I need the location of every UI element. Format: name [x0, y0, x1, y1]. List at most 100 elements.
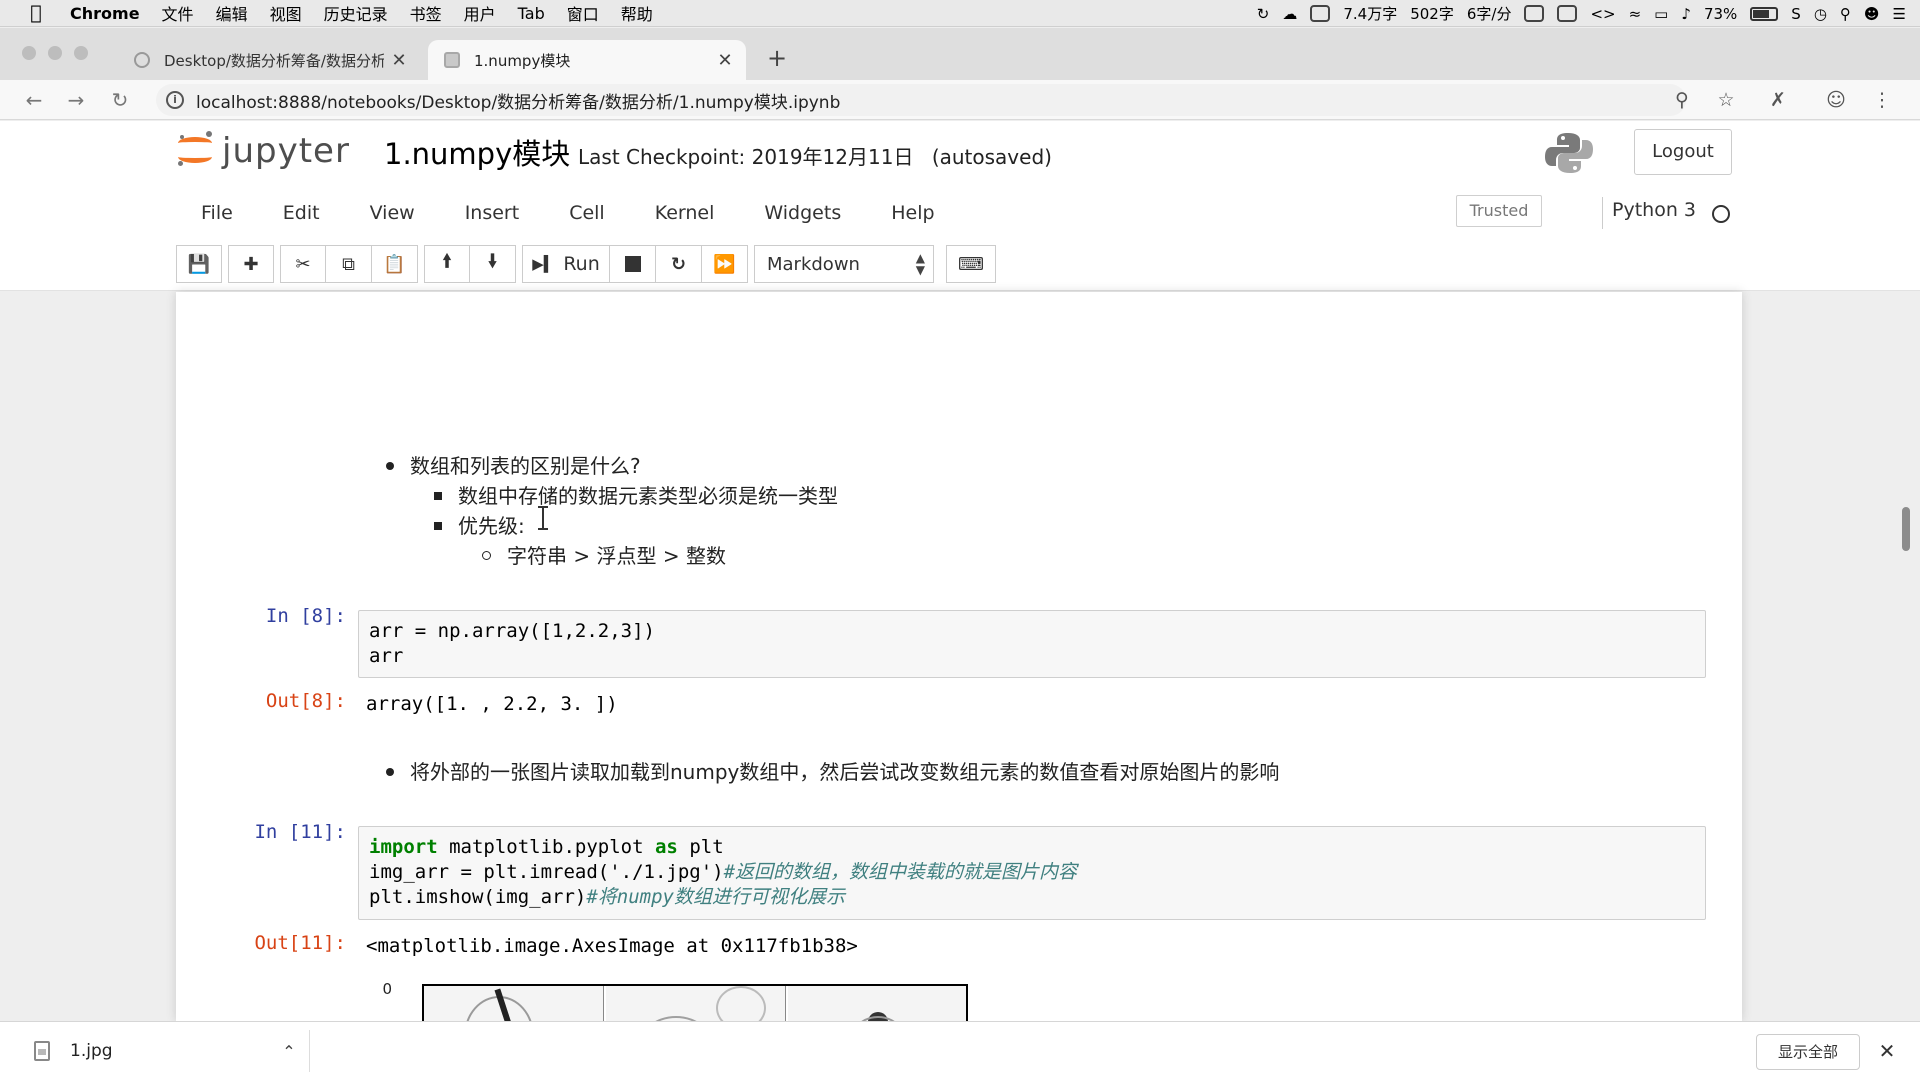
cut-cell-button[interactable]: ✂	[280, 245, 326, 283]
airplay-icon[interactable]: ▭	[1654, 5, 1668, 23]
menu-file[interactable]: 文件	[162, 1, 194, 25]
menu-help[interactable]: Help	[866, 188, 959, 238]
browser-tab-strip: Desktop/数据分析筹备/数据分析 ✕ 1.numpy模块 ✕ +	[0, 28, 1920, 80]
restart-run-all-button[interactable]: ⏩	[702, 245, 748, 283]
trusted-indicator[interactable]: Trusted	[1456, 195, 1542, 227]
forward-arrow-icon[interactable]: →	[62, 86, 90, 114]
scrollbar-thumb[interactable]	[1902, 507, 1910, 551]
download-filename[interactable]: 1.jpg	[70, 1041, 269, 1061]
sync-icon[interactable]: ↻	[1257, 5, 1270, 23]
copy-cell-button[interactable]: ⧉	[326, 245, 372, 283]
sogou-icon[interactable]: S	[1791, 5, 1801, 23]
app-menu-chrome[interactable]: Chrome	[70, 4, 140, 23]
app-status-icon[interactable]	[1524, 5, 1545, 22]
run-button[interactable]: ▶▍ Run	[522, 245, 610, 283]
show-all-button[interactable]: 显示全部	[1756, 1034, 1860, 1070]
menu-window[interactable]: 窗口	[567, 1, 599, 25]
notebook-name[interactable]: 1.numpy模块	[384, 131, 570, 173]
menu-tab[interactable]: Tab	[518, 4, 545, 23]
kernel-name[interactable]: Python 3	[1612, 199, 1696, 221]
menu-edit[interactable]: Edit	[258, 188, 345, 238]
code-icon[interactable]: <>	[1590, 5, 1615, 23]
extension-icon[interactable]: ✗	[1764, 86, 1792, 114]
more-menu-icon[interactable]: ⋮	[1868, 86, 1896, 114]
clock-icon[interactable]: ◷	[1814, 5, 1827, 23]
logout-button[interactable]: Logout	[1634, 129, 1732, 175]
arrow-down-icon: 🠛	[487, 251, 498, 272]
menu-insert[interactable]: Insert	[440, 188, 545, 238]
select-arrows-icon: ▲ ▼	[915, 251, 925, 277]
menu-view[interactable]: View	[345, 188, 440, 238]
download-item[interactable]: 1.jpg ⌃	[18, 1030, 310, 1072]
info-icon[interactable]: i	[166, 91, 184, 109]
battery-icon[interactable]	[1750, 6, 1779, 21]
url-text[interactable]: localhost:8888/notebooks/Desktop/数据分析筹备/…	[196, 88, 840, 113]
cloud-icon[interactable]: ☁	[1282, 5, 1297, 23]
close-icon[interactable]: ✕	[384, 50, 414, 71]
jupyter-header: jupyter 1.numpy模块 Last Checkpoint: 2019年…	[0, 121, 1920, 291]
menu-kernel[interactable]: Kernel	[630, 188, 740, 238]
command-palette-button[interactable]: ⌨	[946, 245, 996, 283]
window-minimize-button[interactable]	[48, 46, 62, 60]
priority-order-text: 字符串 > 浮点型 > 整数	[507, 544, 726, 568]
new-tab-button[interactable]: +	[764, 46, 790, 72]
tab-desktop-folder[interactable]: Desktop/数据分析筹备/数据分析 ✕	[118, 40, 420, 80]
menu-file[interactable]: File	[176, 188, 258, 238]
jupyter-logo[interactable]: jupyter	[176, 129, 350, 173]
jupyter-wordmark: jupyter	[222, 131, 350, 171]
menu-bookmarks[interactable]: 书签	[410, 1, 442, 25]
cell-type-select[interactable]: Markdown ▲ ▼	[754, 245, 934, 283]
profile-icon[interactable]: ☺	[1822, 86, 1850, 114]
stop-icon	[624, 256, 641, 272]
cell-output: <matplotlib.image.AxesImage at 0x117fb1b…	[366, 935, 858, 957]
image-panel	[606, 986, 786, 1021]
save-button[interactable]: 💾	[176, 245, 222, 283]
address-bar[interactable]: i localhost:8888/notebooks/Desktop/数据分析筹…	[156, 84, 1686, 116]
paste-cell-button[interactable]: 📋	[372, 245, 418, 283]
screen-capture-icon[interactable]	[1310, 5, 1331, 22]
list-item: 将外部的一张图片读取加载到numpy数组中，然后尝试改变数组元素的数值查看对原始…	[386, 756, 1279, 785]
y-tick-label: 0	[382, 980, 392, 998]
close-icon[interactable]: ✕	[710, 50, 740, 71]
code-editor[interactable]: import matplotlib.pyplot as plt img_arr …	[358, 826, 1706, 920]
tab-numpy-notebook[interactable]: 1.numpy模块 ✕	[428, 40, 746, 80]
wifi-icon[interactable]: ≈	[1629, 5, 1642, 23]
chevron-up-icon[interactable]: ⌃	[269, 1042, 309, 1061]
menu-edit[interactable]: 编辑	[216, 1, 248, 25]
page-viewport: jupyter 1.numpy模块 Last Checkpoint: 2019年…	[0, 121, 1920, 1021]
notification-center-icon[interactable]: ☰	[1893, 5, 1906, 23]
bullet-icon	[434, 521, 442, 530]
volume-icon[interactable]: ♪	[1681, 5, 1691, 23]
menu-history[interactable]: 历史记录	[324, 1, 388, 25]
window-zoom-button[interactable]	[74, 46, 88, 60]
menu-help[interactable]: 帮助	[621, 1, 653, 25]
user-icon[interactable]: ☻	[1864, 5, 1880, 23]
list-item: 数组中存储的数据元素类型必须是统一类型	[434, 480, 838, 509]
menu-widgets[interactable]: Widgets	[739, 188, 866, 238]
apple-icon[interactable]: 	[22, 0, 50, 27]
page-scrollbar[interactable]	[1898, 121, 1920, 1021]
input-prompt: In [8]:	[265, 605, 346, 627]
bookmark-star-icon[interactable]: ☆	[1712, 86, 1740, 114]
interrupt-button[interactable]	[610, 245, 656, 283]
input-method-icon[interactable]	[1557, 5, 1578, 22]
restart-button[interactable]: ↻	[656, 245, 702, 283]
close-icon[interactable]: ✕	[1872, 1036, 1902, 1066]
menu-cell[interactable]: Cell	[544, 188, 630, 238]
image-plot: 0 50 100	[176, 972, 1176, 1021]
move-down-button[interactable]: 🠛	[470, 245, 516, 283]
word-count: 502字	[1410, 5, 1454, 23]
step-forward-icon: ▶▍	[532, 255, 556, 273]
window-close-button[interactable]	[22, 46, 36, 60]
reload-icon[interactable]: ↻	[106, 86, 134, 114]
insert-cell-button[interactable]: ✚	[228, 245, 274, 283]
code-editor[interactable]: arr = np.array([1,2.2,3]) arr	[358, 610, 1706, 678]
back-arrow-icon[interactable]: ←	[20, 86, 48, 114]
zoom-icon[interactable]: ⚲	[1668, 86, 1696, 114]
menu-view[interactable]: 视图	[270, 1, 302, 25]
tab-title: 1.numpy模块	[474, 51, 571, 70]
move-up-button[interactable]: 🠙	[424, 245, 470, 283]
search-icon[interactable]: ⚲	[1840, 5, 1851, 23]
bullet-icon	[386, 461, 394, 470]
menu-people[interactable]: 用户	[464, 1, 496, 25]
